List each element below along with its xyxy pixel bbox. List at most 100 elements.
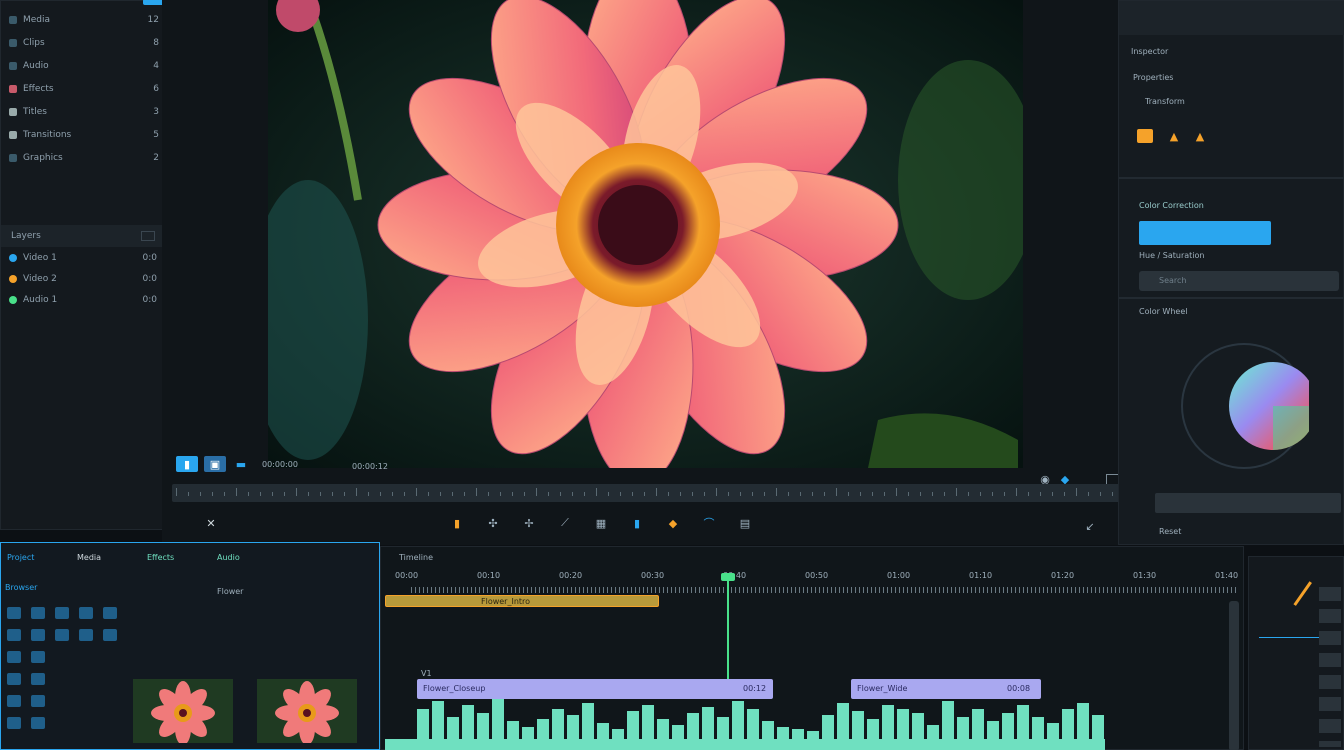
browser-tab[interactable]: Effects	[147, 553, 174, 562]
browser-grid-icon[interactable]	[7, 651, 21, 663]
scrubber-tick	[440, 492, 441, 496]
timeline-panel: Timeline 00:0000:1000:2000:3000:4000:500…	[380, 546, 1244, 750]
clip-thumbnail[interactable]	[257, 679, 357, 743]
color-icon[interactable]: ◆	[664, 514, 682, 532]
track-label-v1: V1	[421, 669, 432, 678]
meter-line	[1259, 637, 1323, 638]
scrubber-tick	[236, 488, 237, 496]
browser-grid-icon[interactable]	[7, 717, 21, 729]
playhead[interactable]	[727, 575, 729, 679]
scrubber-tick	[1016, 488, 1017, 496]
scrubber-tick	[512, 492, 513, 496]
left-item-label: Graphics	[23, 153, 63, 163]
browser-tab[interactable]: Project	[7, 553, 34, 562]
fx-icon[interactable]: ▮	[628, 514, 646, 532]
video-preview[interactable]	[268, 0, 1023, 468]
color-wheel-label: Color Wheel	[1139, 307, 1188, 316]
waveform-bar	[597, 723, 609, 739]
waveform-bar	[837, 703, 849, 739]
scrubber-tick	[344, 492, 345, 496]
browser-grid-icon[interactable]	[31, 607, 45, 619]
export-icon[interactable]: ▤	[736, 514, 754, 532]
color-wheel[interactable]	[1179, 331, 1309, 481]
scrubber-bar[interactable]	[172, 484, 1132, 502]
orange-swatch-button[interactable]	[1137, 129, 1153, 143]
scrubber-tick	[260, 492, 261, 496]
scrubber-tick	[1076, 488, 1077, 496]
layers-menu-icon[interactable]	[141, 231, 155, 241]
layer-row[interactable]: Video 2 0:0	[9, 272, 157, 286]
browser-grid-icon[interactable]	[55, 629, 69, 641]
browser-grid-icon[interactable]	[31, 695, 45, 707]
crop-icon[interactable]: ⟋	[556, 514, 574, 532]
timeline-scrollbar[interactable]	[1229, 601, 1239, 750]
layer-value: 0:0	[142, 274, 157, 284]
play-mode-button[interactable]: ▮	[176, 456, 198, 472]
left-item-count: 8	[153, 38, 159, 48]
browser-grid-icon[interactable]	[7, 695, 21, 707]
flame-alt-icon[interactable]: ▲	[1193, 129, 1207, 143]
ruler-label: 00:00	[395, 571, 419, 580]
browser-grid-icon[interactable]	[31, 651, 45, 663]
scrubber-tick	[476, 488, 477, 496]
browser-grid-icon[interactable]	[7, 607, 21, 619]
waveform-bar	[582, 703, 594, 739]
browser-grid-icon[interactable]	[7, 629, 21, 641]
marker-icon[interactable]: ▦	[592, 514, 610, 532]
browser-tab[interactable]: Audio	[217, 553, 240, 562]
layer-color-icon	[9, 275, 17, 283]
inspector-header	[1119, 1, 1344, 35]
flame-icon[interactable]: ▲	[1167, 129, 1181, 143]
ruler-track[interactable]	[411, 587, 1237, 593]
waveform-bar	[657, 719, 669, 739]
waveform-bar	[1002, 713, 1014, 739]
clip-thumbnail[interactable]	[133, 679, 233, 743]
layer-row[interactable]: Audio 1 0:0	[9, 293, 157, 307]
scrubber-tick	[992, 492, 993, 496]
waveform-bar	[522, 727, 534, 739]
zoom-out-icon[interactable]: ↙	[1082, 518, 1098, 534]
layer-row[interactable]: Video 1 0:0	[9, 251, 157, 265]
left-item[interactable]: Audio 4	[9, 59, 159, 73]
safe-area-button[interactable]: ▬	[232, 456, 250, 472]
left-item-label: Transitions	[23, 130, 72, 140]
audio-waveform-track[interactable]	[417, 699, 1107, 739]
left-item-icon	[9, 39, 17, 47]
browser-grid-icon[interactable]	[7, 673, 21, 685]
playhead-handle[interactable]	[721, 573, 735, 581]
viewer-timecode-mid: 00:00:12	[352, 462, 388, 471]
browser-grid-icon[interactable]	[79, 629, 93, 641]
reset-field[interactable]	[1155, 493, 1341, 513]
left-item[interactable]: Clips 8	[9, 36, 159, 50]
browser-grid-icon[interactable]	[31, 629, 45, 641]
left-item[interactable]: Effects 6	[9, 82, 159, 96]
scrubber-tick	[968, 492, 969, 496]
audio-base-track[interactable]	[385, 739, 1105, 750]
pointer-icon[interactable]: ✕	[202, 514, 220, 532]
ruler-label: 01:20	[1051, 571, 1075, 580]
pen-icon[interactable]: ✣	[484, 514, 502, 532]
razor-icon[interactable]: ▮	[448, 514, 466, 532]
waveform-bar	[807, 731, 819, 739]
browser-grid-icon[interactable]	[103, 629, 117, 641]
left-item[interactable]: Transitions 5	[9, 128, 159, 142]
browser-grid-icon[interactable]	[31, 717, 45, 729]
loop-button[interactable]: ▣	[204, 456, 226, 472]
left-item[interactable]: Graphics 2	[9, 151, 159, 165]
reset-label: Reset	[1159, 527, 1182, 536]
browser-grid-icon[interactable]	[55, 607, 69, 619]
left-item[interactable]: Titles 3	[9, 105, 159, 119]
left-item-label: Media	[23, 15, 51, 25]
selected-effect-row[interactable]	[1139, 221, 1271, 245]
ruler-label: 01:40	[1215, 571, 1239, 580]
left-item[interactable]: Media 12	[9, 13, 159, 27]
left-item-icon	[9, 131, 17, 139]
slip-icon[interactable]: ✢	[520, 514, 538, 532]
layer-label: Video 2	[23, 274, 57, 284]
browser-grid-icon[interactable]	[31, 673, 45, 685]
browser-grid-icon[interactable]	[103, 607, 117, 619]
browser-grid-icon[interactable]	[79, 607, 93, 619]
browser-tab[interactable]: Media	[77, 553, 101, 562]
meter-knob[interactable]	[1286, 576, 1312, 606]
audio-icon[interactable]: ⌒	[700, 514, 718, 532]
